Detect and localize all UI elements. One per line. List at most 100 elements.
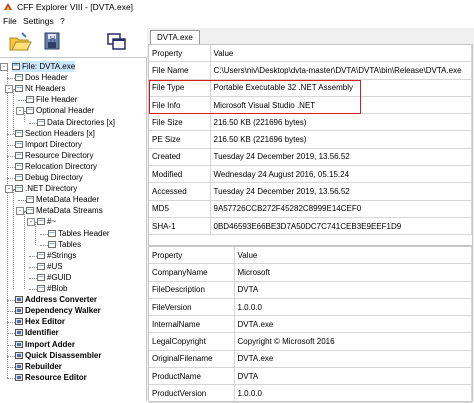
tree-item-import-directory[interactable]: Import Directory: [15, 139, 82, 150]
tree-item-rebuilder[interactable]: Rebuilder: [15, 361, 62, 372]
tree-guide-line: [7, 311, 15, 313]
value-cell[interactable]: DVTA: [234, 367, 472, 386]
tree-item-guid[interactable]: #GUID: [37, 272, 71, 283]
column-header-value[interactable]: Value: [210, 45, 472, 63]
column-header-property[interactable]: Property: [149, 247, 235, 265]
windows-cascade-icon[interactable]: [105, 31, 129, 53]
table-row[interactable]: Accessed Tuesday 24 December 2019, 13.56.…: [149, 182, 472, 201]
tree-item-dos-header[interactable]: Dos Header: [15, 72, 68, 83]
value-cell[interactable]: DVTA.exe: [234, 315, 472, 334]
table-row[interactable]: PE Size 216.50 KB (221696 bytes): [149, 130, 472, 149]
tree-item-blob[interactable]: #Blob: [37, 283, 67, 294]
tree-item-label: MetaData Header: [36, 195, 100, 205]
property-cell[interactable]: FileDescription: [149, 281, 235, 299]
property-cell[interactable]: Created: [149, 148, 211, 167]
tree-item-tables-header[interactable]: Tables Header: [48, 228, 110, 239]
property-cell[interactable]: Modified: [149, 165, 211, 184]
tree-item-metadata-streams[interactable]: MetaData Streams: [26, 205, 103, 216]
folder-icon: [15, 151, 23, 159]
value-cell[interactable]: Microsoft: [234, 263, 472, 282]
save-icon[interactable]: H: [40, 31, 64, 53]
folder-icon: [37, 251, 45, 259]
column-header-property[interactable]: Property: [149, 45, 211, 63]
tree-item-relocation-directory[interactable]: Relocation Directory: [15, 161, 97, 172]
property-cell[interactable]: Accessed: [149, 182, 211, 201]
folder-icon: [15, 129, 23, 137]
highlight-box: [149, 80, 361, 114]
property-cell[interactable]: PE Size: [149, 130, 211, 149]
value-cell[interactable]: Copyright © Microsoft 2016: [234, 332, 472, 351]
property-cell[interactable]: LegalCopyright: [149, 332, 235, 351]
value-cell[interactable]: C:\Users\niv\Desktop\dvta-master\DVTA\DV…: [210, 61, 472, 80]
tree-item-strings[interactable]: #Strings: [37, 250, 76, 261]
tree-item-tables[interactable]: Tables: [48, 239, 81, 250]
collapse-toggle[interactable]: -: [5, 85, 13, 94]
property-cell[interactable]: OriginalFilename: [149, 350, 235, 369]
tree-item-debug-directory[interactable]: Debug Directory: [15, 172, 83, 183]
table-row[interactable]: SHA-1 0BD46593E66BE3D7A50DC7C741CEB3E9EEF…: [149, 217, 472, 236]
collapse-toggle[interactable]: -: [5, 185, 13, 194]
table-row[interactable]: ProductName DVTA: [149, 367, 472, 386]
tree-item-resource-editor[interactable]: Resource Editor: [15, 372, 87, 383]
property-cell[interactable]: InternalName: [149, 315, 235, 334]
tree-item-label: #US: [47, 261, 63, 271]
property-cell[interactable]: ProductName: [149, 367, 235, 386]
value-cell[interactable]: 216.50 KB (221696 bytes): [210, 130, 472, 149]
tree-item-net-directory[interactable]: .NET Directory: [15, 183, 77, 194]
property-cell[interactable]: File Name: [149, 61, 211, 80]
tree-item-identifier[interactable]: Identifier: [15, 327, 59, 338]
tree-item-metadata-header[interactable]: MetaData Header: [26, 194, 99, 205]
value-cell[interactable]: 216.50 KB (221696 bytes): [210, 113, 472, 132]
property-cell[interactable]: File Size: [149, 113, 211, 132]
value-cell[interactable]: 9A57726CCB272F45282C8999E14CEF0: [210, 200, 472, 218]
tree-item-dependency-walker[interactable]: Dependency Walker: [15, 305, 101, 316]
tree-guide-line: [7, 67, 8, 378]
tree-item-address-converter[interactable]: Address Converter: [15, 294, 97, 305]
table-row[interactable]: FileDescription DVTA: [149, 281, 472, 299]
property-cell[interactable]: MD5: [149, 200, 211, 218]
column-header-value[interactable]: Value: [234, 247, 472, 265]
table-row[interactable]: FileVersion 1.0.0.0: [149, 298, 472, 317]
tab-dvta-exe[interactable]: DVTA.exe: [150, 30, 200, 44]
tree-item-quick-disassembler[interactable]: Quick Disassembler: [15, 350, 101, 361]
table-row[interactable]: CompanyName Microsoft: [149, 263, 472, 282]
tree-item-hex-editor[interactable]: Hex Editor: [15, 316, 65, 327]
value-cell[interactable]: 0BD46593E66BE3D7A50DC7C741CEB3E9EEF1D9: [210, 217, 472, 236]
table-row[interactable]: Modified Wednesday 24 August 2016, 05.15.…: [149, 165, 472, 184]
tree-item-resource-directory[interactable]: Resource Directory: [15, 150, 93, 161]
table-row[interactable]: File Name C:\Users\niv\Desktop\dvta-maste…: [149, 61, 472, 80]
tree-item-us[interactable]: #US: [37, 261, 63, 272]
table-row[interactable]: LegalCopyright Copyright © Microsoft 2016: [149, 332, 472, 351]
tree-item-file-header[interactable]: File Header: [26, 94, 77, 105]
value-cell[interactable]: Tuesday 24 December 2019, 13.56.52: [210, 148, 472, 167]
tree-item-optional-header[interactable]: Optional Header: [26, 105, 94, 116]
menu-help[interactable]: ?: [60, 16, 65, 26]
value-cell[interactable]: Wednesday 24 August 2016, 05.15.24: [210, 165, 472, 184]
collapse-toggle[interactable]: -: [27, 218, 35, 227]
tree-item-file-dvta-exe[interactable]: File: DVTA.exe: [12, 61, 76, 72]
value-cell[interactable]: Tuesday 24 December 2019, 13.56.52: [210, 182, 472, 201]
table-row[interactable]: InternalName DVTA.exe: [149, 315, 472, 334]
menu-settings[interactable]: Settings: [23, 16, 54, 26]
collapse-toggle[interactable]: -: [16, 207, 24, 216]
open-file-icon[interactable]: [8, 31, 32, 53]
tree-item-nt-headers[interactable]: Nt Headers: [15, 83, 65, 94]
tree-guide-line: [7, 322, 15, 324]
value-cell[interactable]: DVTA: [234, 281, 472, 299]
menu-file[interactable]: File: [3, 16, 17, 26]
tree-item-import-adder[interactable]: Import Adder: [15, 339, 75, 350]
table-row[interactable]: File Size 216.50 KB (221696 bytes): [149, 113, 472, 132]
property-cell[interactable]: SHA-1: [149, 217, 211, 236]
table-row[interactable]: OriginalFilename DVTA.exe: [149, 350, 472, 369]
table-row[interactable]: Created Tuesday 24 December 2019, 13.56.5…: [149, 148, 472, 167]
table-row[interactable]: MD5 9A57726CCB272F45282C8999E14CEF0: [149, 200, 472, 218]
collapse-toggle[interactable]: -: [0, 63, 8, 71]
tree-item-data-directories-x[interactable]: Data Directories [x]: [37, 117, 115, 128]
value-cell[interactable]: 1.0.0.0: [234, 298, 472, 317]
tree-item-item[interactable]: #~: [37, 216, 56, 227]
property-cell[interactable]: FileVersion: [149, 298, 235, 317]
property-cell[interactable]: CompanyName: [149, 263, 235, 282]
tree-item-section-headers-x[interactable]: Section Headers [x]: [15, 128, 95, 139]
collapse-toggle[interactable]: -: [16, 107, 24, 116]
value-cell[interactable]: DVTA.exe: [234, 350, 472, 369]
